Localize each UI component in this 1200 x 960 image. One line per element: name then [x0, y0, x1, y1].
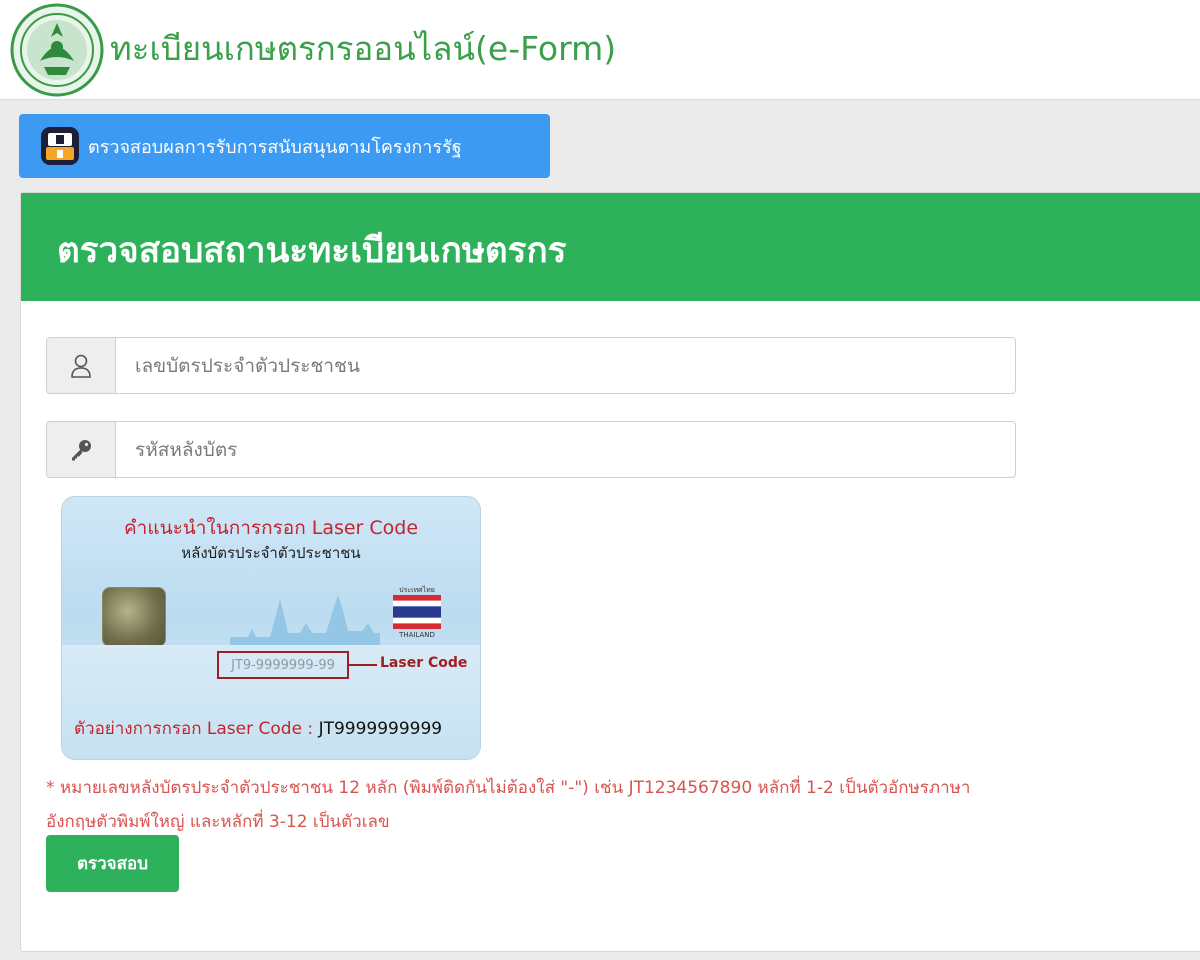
card-chip — [102, 587, 166, 647]
laser-code-label: Laser Code — [380, 655, 468, 671]
laser-code-guide-image: คำแนะนำในการกรอก Laser Code หลังบัตรประจ… — [61, 496, 481, 760]
check-gov-support-button[interactable]: ตรวจสอบผลการรับการสนับสนุนตามโครงการรัฐ — [19, 114, 550, 178]
key-addon — [47, 422, 116, 477]
check-button[interactable]: ตรวจสอบ — [46, 835, 179, 892]
card-guide-title: คำแนะนำในการกรอก Laser Code — [123, 517, 419, 539]
site-title: ทะเบียนเกษตรกรออนไลน์(e-Form) — [110, 29, 617, 68]
id-card-input-group — [46, 337, 1016, 394]
panel-header: ตรวจสอบสถานะทะเบียนเกษตรกร — [21, 193, 1200, 301]
panel-title: ตรวจสอบสถานะทะเบียนเกษตรกร — [57, 231, 567, 271]
temple-silhouette — [230, 595, 380, 647]
status-check-panel: ตรวจสอบสถานะทะเบียนเกษตรกร คำแนะนำในการก… — [20, 192, 1200, 952]
laser-code-sample: JT9-9999999-99 — [217, 651, 349, 679]
card-guide-subtitle: หลังบัตรประจำตัวประชาชน — [181, 544, 361, 562]
site-header: ทะเบียนเกษตรกรออนไลน์(e-Form) — [0, 0, 1200, 100]
key-icon — [72, 439, 91, 460]
id-card-input[interactable] — [116, 338, 1015, 393]
laser-code-example: ตัวอย่างการกรอก Laser Code : JT999999999… — [74, 715, 442, 742]
laser-code-pointer — [349, 664, 377, 666]
user-icon — [71, 354, 91, 378]
ministry-seal-icon — [10, 3, 104, 97]
flag-label: THAILAND — [399, 631, 435, 639]
example-value: JT9999999999 — [318, 719, 443, 739]
government-support-icon — [41, 127, 79, 165]
example-label: ตัวอย่างการกรอก Laser Code : — [74, 719, 314, 739]
laser-code-input[interactable] — [116, 422, 1015, 477]
check-gov-support-label: ตรวจสอบผลการรับการสนับสนุนตามโครงการรัฐ — [88, 136, 462, 158]
laser-code-input-group — [46, 421, 1016, 478]
laser-code-note: * หมายเลขหลังบัตรประจำตัวประชาชน 12 หลัก… — [46, 778, 971, 832]
thai-flag-icon — [393, 595, 441, 629]
user-addon — [47, 338, 116, 393]
